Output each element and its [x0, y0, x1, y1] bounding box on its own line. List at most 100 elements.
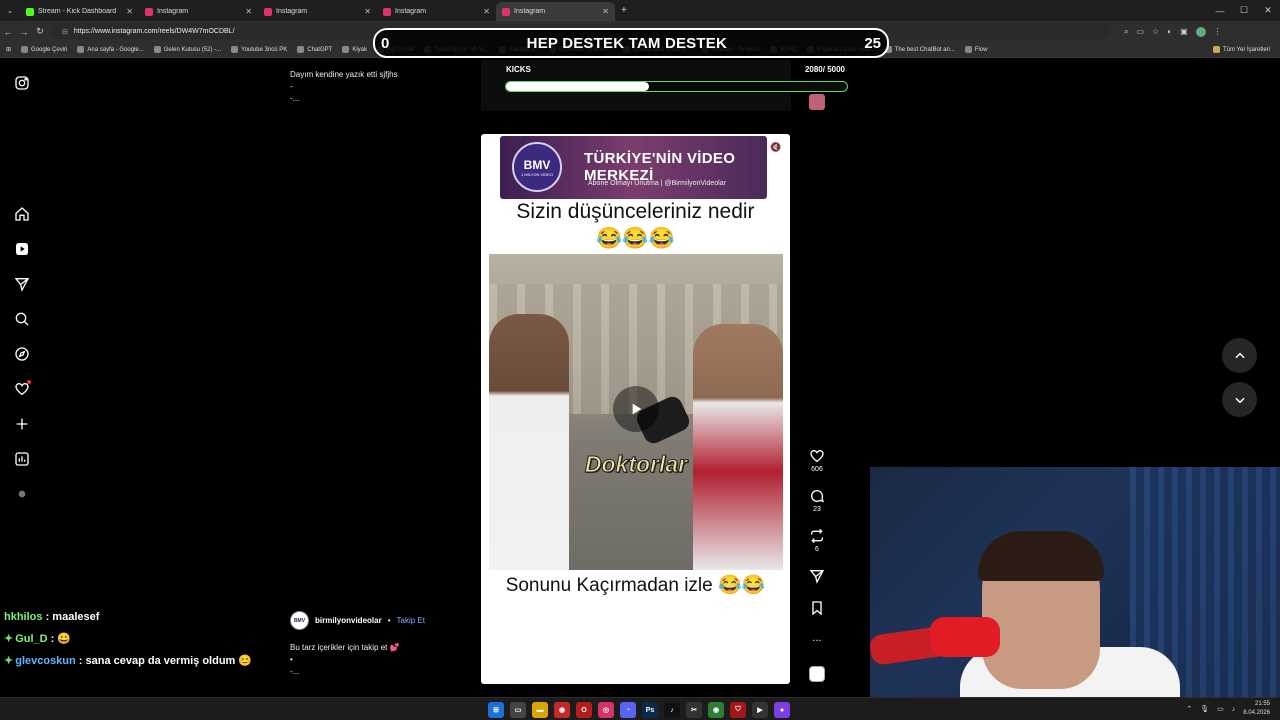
bookmark-favicon-icon — [964, 46, 972, 53]
caption-line: Dayım kendine yazık etti sjfjhs — [290, 70, 398, 79]
bmv-logo: BMV 1 MİLYON VİDEO — [512, 142, 562, 192]
tab-close-icon[interactable]: ✕ — [126, 7, 133, 16]
network-icon[interactable]: ▭ — [1217, 705, 1224, 713]
tab-favicon-icon — [26, 7, 34, 16]
bookmark-item[interactable]: Gelen Kutusu (52) -... — [153, 46, 221, 53]
notification-dot — [27, 380, 31, 384]
maximize-icon[interactable]: ☐ — [1232, 5, 1256, 16]
volume-icon[interactable]: ♪ — [1232, 706, 1236, 713]
bookmark-label: Google Çeviri — [31, 46, 68, 53]
play-button[interactable] — [613, 386, 659, 432]
browser-tab[interactable]: Stream - Kick Dashboard ✕ — [20, 2, 139, 21]
reel-emoji-text: 😂😂😂 — [596, 227, 675, 250]
discord-icon[interactable]: ◔ — [620, 702, 636, 718]
bookmark-item[interactable]: Google Çeviri — [21, 46, 67, 53]
bookmark-item[interactable]: ChatGPT — [297, 46, 332, 53]
side-panel-icon[interactable]: ▣ — [1180, 27, 1188, 36]
file-explorer-icon[interactable]: ▬ — [532, 702, 548, 718]
reel-video-player[interactable]: BMV 1 MİLYON VİDEO TÜRKİYE'NİN VİDEO MER… — [481, 134, 790, 684]
mute-icon[interactable]: 🔇 — [770, 142, 782, 154]
reels-icon[interactable] — [13, 240, 31, 258]
zoom-icon[interactable]: ⌕ — [1124, 27, 1128, 37]
bookmark-favicon-icon — [153, 46, 161, 53]
bookmark-item[interactable]: Ana sayfa - Google... — [77, 46, 144, 53]
extension-icon[interactable]: ◐ — [1167, 27, 1172, 36]
opera-icon[interactable]: O — [576, 702, 592, 718]
share-button[interactable] — [806, 568, 828, 586]
author-username[interactable]: birmilyonvideolar — [315, 616, 382, 625]
obs-icon[interactable]: ● — [774, 702, 790, 718]
tab-close-icon[interactable]: ✕ — [602, 7, 609, 16]
profile-avatar-icon[interactable] — [13, 485, 31, 503]
create-icon[interactable] — [13, 415, 31, 433]
browser-tab[interactable]: Instagram ✕ — [377, 2, 496, 21]
next-reel-button[interactable] — [1222, 382, 1257, 417]
author-avatar[interactable]: BMV — [290, 611, 309, 630]
chat-text: 😀 — [57, 633, 72, 645]
tab-close-icon[interactable]: ✕ — [483, 7, 490, 16]
all-bookmarks[interactable]: Tüm Yer İşaretleri — [1212, 46, 1270, 53]
mic-icon[interactable]: 🎙 — [1200, 705, 1209, 713]
minimize-icon[interactable]: — — [1208, 6, 1232, 16]
explore-icon[interactable] — [13, 345, 31, 363]
app-icon[interactable]: ▶ — [752, 702, 768, 718]
clock[interactable]: 21:55 8.04.2026 — [1243, 700, 1270, 718]
notifications-heart-icon[interactable] — [13, 380, 31, 398]
apps-grid-icon[interactable]: ⊞ — [6, 46, 11, 53]
bookmark-star-icon[interactable]: ☆ — [1152, 27, 1159, 36]
bookmark-icon — [812, 601, 822, 616]
save-button[interactable] — [806, 600, 828, 618]
reload-icon[interactable]: ↻ — [32, 26, 48, 37]
browser-tab[interactable]: Instagram ✕ — [496, 2, 615, 21]
caption-more[interactable]: -... — [290, 93, 398, 105]
tab-close-icon[interactable]: ✕ — [245, 7, 252, 16]
follow-button[interactable]: Takip Et — [397, 616, 425, 625]
repost-button[interactable]: 6 — [806, 528, 828, 553]
search-icon[interactable] — [13, 310, 31, 328]
site-info-icon[interactable]: ⊟ — [62, 28, 68, 36]
reel-video-frame[interactable]: Doktorlar — [489, 254, 783, 570]
tab-close-icon[interactable]: ✕ — [364, 7, 371, 16]
tray-expand-icon[interactable]: ⌃ — [1186, 705, 1192, 713]
tiktok-icon[interactable]: ♪ — [664, 702, 680, 718]
start-icon[interactable]: ⊞ — [488, 702, 504, 718]
like-button[interactable]: 606 — [806, 448, 828, 473]
audio-avatar[interactable] — [809, 666, 825, 682]
browser-menu-icon[interactable]: ⋮ — [1214, 27, 1222, 36]
photoshop-icon[interactable]: Ps — [642, 702, 658, 718]
browser-tab[interactable]: Instagram ✕ — [258, 2, 377, 21]
task-view-icon[interactable]: ▭ — [510, 702, 526, 718]
forward-icon[interactable]: → — [16, 27, 32, 37]
caption-line: - — [290, 82, 293, 91]
bookmark-item[interactable]: Kiyak — [342, 46, 367, 53]
previous-reel-avatar[interactable] — [809, 94, 825, 110]
bookmark-item[interactable]: Youtube 3ncü PK — [231, 46, 287, 53]
browser-icon[interactable]: ◉ — [708, 702, 724, 718]
bookmark-item[interactable]: Flow — [964, 46, 987, 53]
tab-title: Instagram — [395, 8, 427, 15]
chrome-icon[interactable]: ◉ — [554, 702, 570, 718]
repost-icon — [811, 528, 823, 544]
comment-button[interactable]: 23 — [806, 488, 828, 513]
separator-dot: • — [387, 616, 391, 625]
previous-reel-button[interactable] — [1222, 338, 1257, 373]
messages-icon[interactable] — [13, 275, 31, 293]
bookmark-label: The best ChatBot an... — [894, 46, 955, 53]
cast-icon[interactable]: ▭ — [1136, 27, 1144, 36]
home-icon[interactable] — [13, 205, 31, 223]
capcut-icon[interactable]: ✂ — [686, 702, 702, 718]
dashboard-icon[interactable] — [13, 450, 31, 468]
more-options-button[interactable]: ... — [806, 632, 828, 644]
caption-more[interactable]: -... — [290, 666, 400, 678]
instagram-app-icon[interactable]: ◎ — [598, 702, 614, 718]
instagram-logo-icon[interactable] — [13, 74, 31, 92]
shield-icon[interactable]: ⛉ — [730, 702, 746, 718]
profile-avatar[interactable] — [1195, 26, 1206, 37]
new-tab-button[interactable]: + — [615, 5, 633, 16]
bookmark-item[interactable]: The best ChatBot an... — [884, 46, 955, 53]
tab-search-icon[interactable]: ⌄ — [0, 0, 20, 21]
comment-count: 23 — [813, 506, 821, 513]
close-window-icon[interactable]: ✕ — [1256, 5, 1280, 16]
browser-tab[interactable]: Instagram ✕ — [139, 2, 258, 21]
back-icon[interactable]: ← — [0, 27, 16, 37]
